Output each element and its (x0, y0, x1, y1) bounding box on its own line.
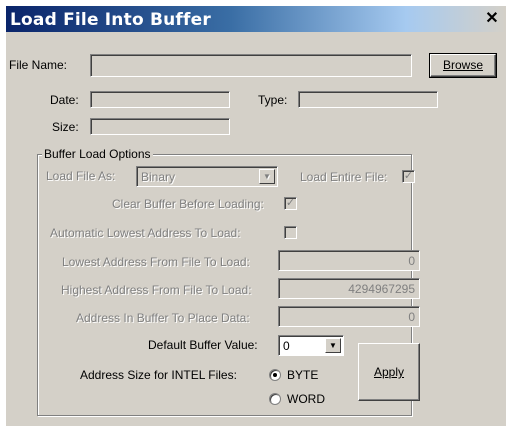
radio-word-label: WORD (287, 392, 325, 406)
address-in-buffer-value: 0 (408, 310, 415, 324)
load-entire-file-checkbox[interactable]: ✓ (402, 170, 415, 183)
default-buffer-value: 0 (283, 339, 290, 353)
radio-byte[interactable] (269, 369, 281, 381)
chevron-down-icon[interactable]: ▼ (325, 338, 341, 353)
apply-button-label: Apply (373, 365, 405, 379)
address-size-label: Address Size for INTEL Files: (80, 368, 237, 382)
apply-button[interactable]: Apply (358, 343, 420, 401)
highest-address-field[interactable]: 4294967295 (278, 278, 420, 299)
file-name-label: File Name: (9, 58, 68, 72)
load-file-dialog: Load File Into Buffer ✕ File Name: Brows… (6, 6, 506, 426)
load-file-as-select[interactable]: Binary ▼ (136, 166, 278, 187)
chevron-down-icon[interactable]: ▼ (259, 169, 275, 184)
title-bar[interactable]: Load File Into Buffer ✕ (6, 6, 506, 32)
dialog-title: Load File Into Buffer (10, 10, 211, 30)
group-title: Buffer Load Options (42, 147, 153, 161)
auto-lowest-label: Automatic Lowest Address To Load: (50, 226, 241, 240)
check-icon: ✓ (285, 197, 296, 209)
lowest-address-field[interactable]: 0 (278, 250, 420, 271)
browse-button[interactable]: Browse (429, 53, 497, 78)
type-field (298, 91, 438, 108)
load-entire-file-label: Load Entire File: (300, 170, 388, 184)
date-field (90, 91, 230, 108)
default-buffer-select[interactable]: 0 ▼ (278, 335, 344, 356)
address-in-buffer-label: Address In Buffer To Place Data: (76, 311, 250, 325)
auto-lowest-checkbox[interactable] (284, 226, 297, 239)
highest-address-value: 4294967295 (348, 282, 415, 296)
load-file-as-value: Binary (141, 170, 176, 184)
clear-buffer-label: Clear Buffer Before Loading: (112, 197, 264, 211)
lowest-address-value: 0 (408, 254, 415, 268)
size-label: Size: (52, 120, 79, 134)
size-field (90, 118, 230, 135)
date-label: Date: (50, 93, 79, 107)
address-in-buffer-field[interactable]: 0 (278, 306, 420, 327)
radio-word[interactable] (269, 393, 281, 405)
radio-byte-label: BYTE (287, 368, 319, 382)
clear-buffer-checkbox[interactable]: ✓ (284, 197, 297, 210)
highest-address-label: Highest Address From File To Load: (61, 283, 252, 297)
default-buffer-label: Default Buffer Value: (148, 338, 258, 352)
close-icon[interactable]: ✕ (484, 11, 500, 27)
radio-selected-dot (273, 373, 277, 377)
file-name-field[interactable] (90, 54, 412, 77)
load-file-as-label: Load File As: (46, 169, 116, 183)
type-label: Type: (258, 93, 288, 107)
check-icon: ✓ (403, 170, 414, 182)
lowest-address-label: Lowest Address From File To Load: (62, 255, 250, 269)
browse-button-label: Browse (442, 58, 483, 72)
